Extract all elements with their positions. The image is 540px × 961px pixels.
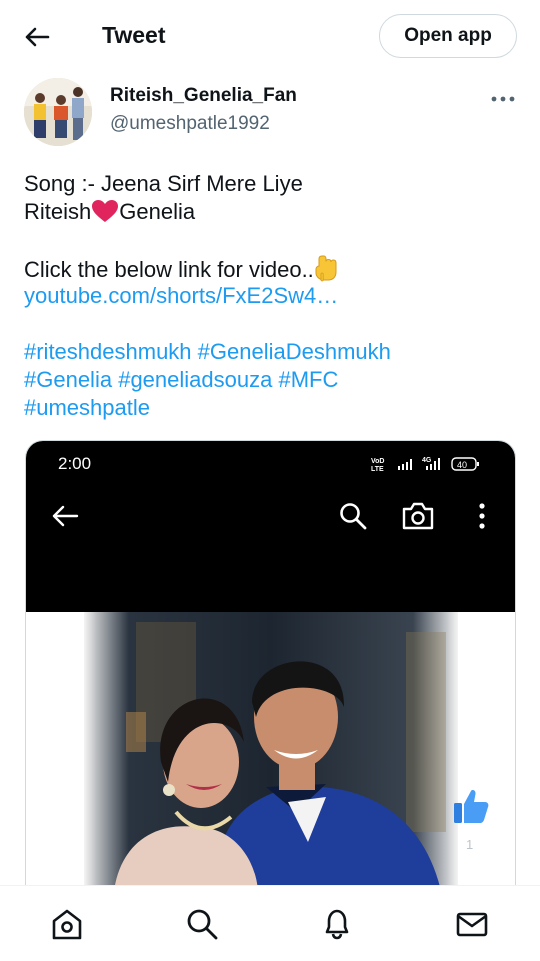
nav-notifications[interactable] bbox=[317, 904, 357, 944]
home-icon bbox=[52, 909, 82, 940]
notifications-bell-icon bbox=[325, 909, 349, 940]
battery-level: 40 bbox=[457, 460, 467, 470]
youtube-link[interactable]: youtube.com/shorts/FxE2Sw4… bbox=[24, 282, 519, 310]
hashtag-geneliadeshmukh[interactable]: #GeneliaDeshmukh bbox=[198, 339, 391, 364]
red-heart-icon bbox=[92, 200, 119, 222]
hashtag-genelia[interactable]: #Genelia bbox=[24, 367, 112, 392]
couple-photo-image bbox=[26, 612, 515, 889]
name-genelia: Genelia bbox=[119, 199, 196, 224]
4g-signal-icon: 4G bbox=[422, 457, 440, 470]
hashtag-line-1: #riteshdeshmukh #GeneliaDeshmukh bbox=[24, 338, 519, 366]
click-text: Click the below link for video.. bbox=[24, 257, 314, 282]
couple-photo: 1 bbox=[26, 612, 515, 889]
page-title: Tweet bbox=[102, 22, 166, 48]
tweet-body: Song :- Jeena Sirf Mere Liye Riteish Gene… bbox=[24, 170, 519, 422]
signal-icon bbox=[398, 459, 412, 470]
tweet-line-song: Song :- Jeena Sirf Mere Liye bbox=[24, 171, 303, 196]
tweet-line-names: Riteish Genelia bbox=[24, 198, 519, 226]
like-count: 1 bbox=[466, 837, 474, 852]
nav-home[interactable] bbox=[47, 904, 87, 944]
battery-icon: 40 bbox=[451, 457, 479, 471]
open-app-button[interactable]: Open app bbox=[379, 14, 517, 58]
search-icon bbox=[187, 909, 218, 940]
messages-envelope-icon bbox=[456, 912, 488, 937]
phone-screen-header: 2:00 VoD LTE 4G 40 bbox=[26, 441, 515, 612]
more-horizontal-icon bbox=[491, 96, 515, 102]
hashtag-geneliadsouza[interactable]: #geneliadsouza bbox=[118, 367, 272, 392]
tweet-author: Riteish_Genelia_Fan @umeshpatle1992 bbox=[24, 78, 524, 150]
back-button[interactable] bbox=[18, 20, 56, 54]
svg-text:4G: 4G bbox=[422, 457, 432, 464]
pointing-down-icon bbox=[315, 255, 337, 282]
back-arrow-icon bbox=[52, 505, 79, 527]
nav-search[interactable] bbox=[182, 904, 222, 944]
hashtag-riteshdeshmukh[interactable]: #riteshdeshmukh bbox=[24, 339, 192, 364]
nav-messages[interactable] bbox=[452, 904, 492, 944]
avatar-image bbox=[24, 78, 92, 146]
avatar[interactable] bbox=[24, 78, 92, 146]
hashtag-line-3: #umeshpatle bbox=[24, 394, 519, 422]
search-icon bbox=[340, 503, 367, 530]
tweet-line-click: Click the below link for video.. bbox=[24, 254, 519, 282]
status-time: 2:00 bbox=[58, 454, 92, 473]
volte-icon: VoD LTE bbox=[371, 458, 384, 473]
hashtag-line-2: #Genelia #geneliadsouza #MFC bbox=[24, 366, 519, 394]
name-riteish: Riteish bbox=[24, 199, 92, 224]
arrow-left-icon bbox=[25, 27, 50, 47]
svg-text:VoD: VoD bbox=[371, 458, 384, 465]
svg-text:LTE: LTE bbox=[371, 466, 384, 473]
tweet-media[interactable]: 2:00 VoD LTE 4G 40 1 bbox=[25, 440, 516, 890]
more-options-button[interactable] bbox=[490, 92, 516, 104]
hashtag-mfc[interactable]: #MFC bbox=[278, 367, 338, 392]
more-vertical-icon bbox=[479, 503, 485, 529]
bottom-navigation bbox=[0, 885, 540, 961]
status-icons: VoD LTE 4G 40 bbox=[371, 457, 479, 473]
hashtag-umeshpatle[interactable]: #umeshpatle bbox=[24, 395, 150, 420]
author-display-name[interactable]: Riteish_Genelia_Fan bbox=[110, 85, 297, 107]
camera-icon bbox=[402, 502, 434, 530]
top-bar: Tweet Open app bbox=[0, 0, 540, 74]
author-handle[interactable]: @umeshpatle1992 bbox=[110, 113, 270, 135]
thumbs-up-icon bbox=[454, 790, 489, 823]
